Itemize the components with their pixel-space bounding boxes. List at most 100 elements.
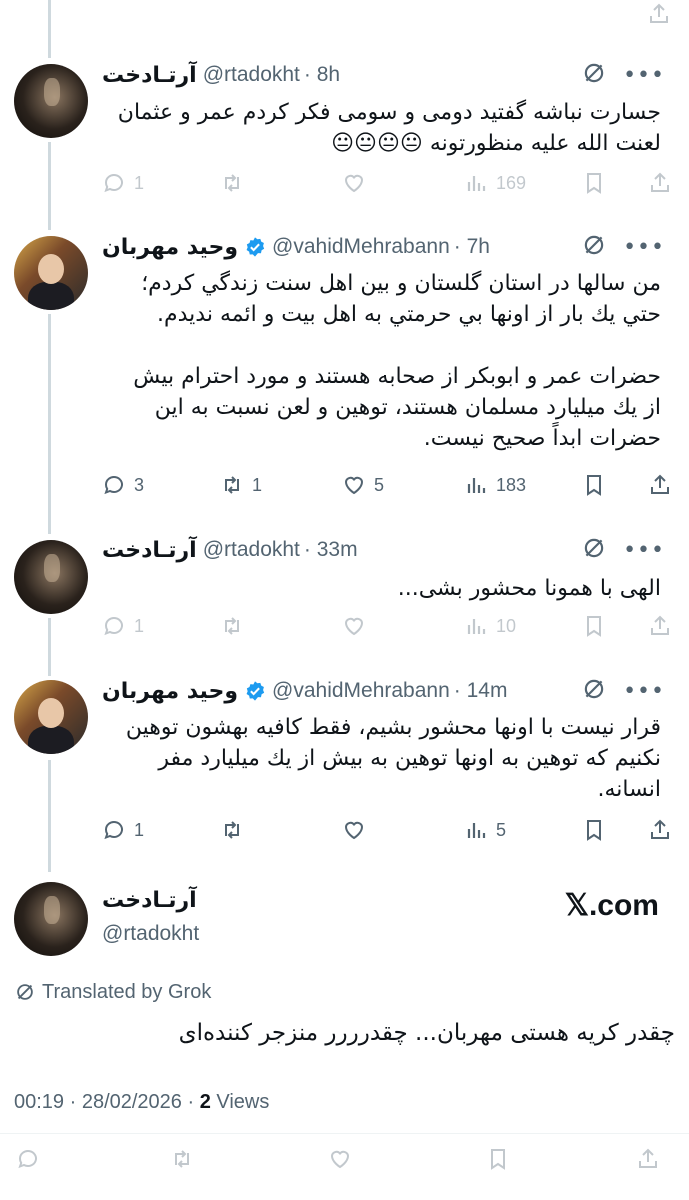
timestamp[interactable]: · 7h: [454, 235, 490, 259]
translated-label[interactable]: Translated by Grok: [14, 978, 211, 1006]
share-button[interactable]: [636, 1144, 660, 1174]
display-name[interactable]: آرتـادخت: [102, 888, 197, 913]
retweet-button[interactable]: 1: [220, 470, 262, 500]
share-button[interactable]: [648, 611, 672, 641]
share-icon: [651, 474, 669, 494]
reply-button[interactable]: 3: [102, 470, 144, 500]
bookmark-button[interactable]: [582, 168, 606, 198]
grok-icon[interactable]: [581, 535, 607, 565]
like-count: 5: [374, 474, 385, 495]
tweet-text: جسارت نباشه گفتید دومی و سومی فکر کردم ع…: [117, 100, 661, 156]
thread-line: [48, 314, 51, 534]
more-icon[interactable]: •••: [623, 538, 665, 563]
reply-icon: [104, 476, 123, 495]
more-icon[interactable]: •••: [623, 679, 665, 704]
avatar[interactable]: [14, 680, 88, 754]
retweet-count: 1: [252, 474, 263, 495]
bookmark-icon: [587, 616, 601, 637]
handle[interactable]: @rtadokht: [203, 63, 300, 87]
retweet-button[interactable]: [170, 1144, 194, 1174]
reply-count: 1: [134, 172, 145, 193]
bookmark-button[interactable]: [582, 611, 606, 641]
post-timestamp[interactable]: 00:19 · 28/02/2026 ·: [14, 1091, 200, 1113]
verified-badge-icon: [246, 681, 265, 701]
tweet-actions: 1 5: [102, 815, 671, 845]
avatar[interactable]: [14, 236, 88, 310]
handle[interactable]: @vahidMehrabann: [272, 235, 450, 259]
display-name[interactable]: وحید مهربان: [102, 679, 238, 704]
timestamp[interactable]: · 14m: [454, 679, 508, 703]
grok-icon[interactable]: [581, 232, 607, 262]
avatar[interactable]: [14, 540, 88, 614]
x-logo: 𝕏.com: [564, 889, 659, 922]
handle[interactable]: @rtadokht: [203, 538, 300, 562]
thread-line: [48, 760, 51, 872]
like-button[interactable]: [342, 168, 366, 198]
reply-button[interactable]: 1: [102, 611, 144, 641]
tweet-actions: 3 1 5 183: [102, 470, 671, 500]
retweet-button[interactable]: [220, 168, 244, 198]
timestamp[interactable]: · 33m: [304, 538, 358, 562]
share-icon: [651, 615, 669, 635]
handle[interactable]: @vahidMehrabann: [272, 679, 450, 703]
share-icon: [639, 1148, 657, 1168]
views-button[interactable]: 169: [464, 168, 526, 198]
share-icon: [651, 172, 669, 192]
like-button[interactable]: [342, 815, 366, 845]
handle[interactable]: @rtadokht: [102, 922, 199, 946]
more-icon[interactable]: •••: [623, 235, 665, 260]
analytics-icon: [467, 823, 486, 838]
reply-button[interactable]: 1: [102, 168, 144, 198]
grok-icon[interactable]: [581, 676, 607, 706]
views-label: Views: [210, 1091, 270, 1113]
bookmark-icon: [587, 475, 601, 496]
retweet-icon: [225, 821, 239, 839]
retweet-icon: [225, 174, 239, 192]
bookmark-icon: [587, 820, 601, 841]
heart-icon: [330, 1150, 350, 1169]
retweet-button[interactable]: [220, 611, 244, 641]
share-button[interactable]: [648, 168, 672, 198]
grok-icon[interactable]: [581, 60, 607, 90]
tweet-text: قرار نيست با اونها محشور بشيم، فقط كافيه…: [125, 715, 661, 802]
heart-icon: [344, 174, 364, 193]
retweet-button[interactable]: [220, 815, 244, 845]
display-name[interactable]: آرتـادخت: [102, 63, 197, 88]
avatar[interactable]: [14, 882, 88, 956]
avatar[interactable]: [14, 64, 88, 138]
like-button[interactable]: [342, 611, 366, 641]
more-icon[interactable]: •••: [623, 63, 665, 88]
bookmark-button[interactable]: [486, 1144, 510, 1174]
reply-icon: [18, 1150, 37, 1169]
heart-icon: [344, 821, 364, 840]
display-name[interactable]: آرتـادخت: [102, 538, 197, 563]
reply-button[interactable]: [16, 1144, 40, 1174]
retweet-icon: [225, 617, 239, 635]
like-button[interactable]: 5: [342, 470, 384, 500]
share-icon[interactable]: [647, 2, 671, 30]
views-button[interactable]: 10: [464, 611, 516, 641]
tweet-header: آرتـادخت @rtadokht · 33m •••: [102, 535, 665, 565]
reply-icon: [104, 821, 123, 840]
views-count: 169: [496, 172, 527, 193]
bookmark-button[interactable]: [582, 470, 606, 500]
display-name[interactable]: وحید مهربان: [102, 235, 238, 260]
views-count: 183: [496, 474, 527, 495]
reply-count: 1: [134, 615, 145, 636]
timestamp[interactable]: · 8h: [304, 63, 340, 87]
thread-line: [48, 0, 51, 58]
share-button[interactable]: [648, 470, 672, 500]
views-button[interactable]: 183: [464, 470, 526, 500]
views-count[interactable]: 2: [200, 1091, 211, 1113]
bookmark-button[interactable]: [582, 815, 606, 845]
tweet-actions: 1 169: [102, 168, 671, 198]
tweet-meta: 00:19 · 28/02/2026 · 2 Views: [14, 1091, 269, 1114]
retweet-icon: [225, 476, 239, 494]
share-button[interactable]: [648, 815, 672, 845]
analytics-icon: [467, 176, 486, 191]
reply-button[interactable]: 1: [102, 815, 144, 845]
tweet-text: من سالها در استان گلستان و بين اهل سنت ز…: [133, 271, 661, 451]
retweet-icon: [175, 1150, 189, 1168]
like-button[interactable]: [328, 1144, 352, 1174]
views-button[interactable]: 5: [464, 815, 506, 845]
